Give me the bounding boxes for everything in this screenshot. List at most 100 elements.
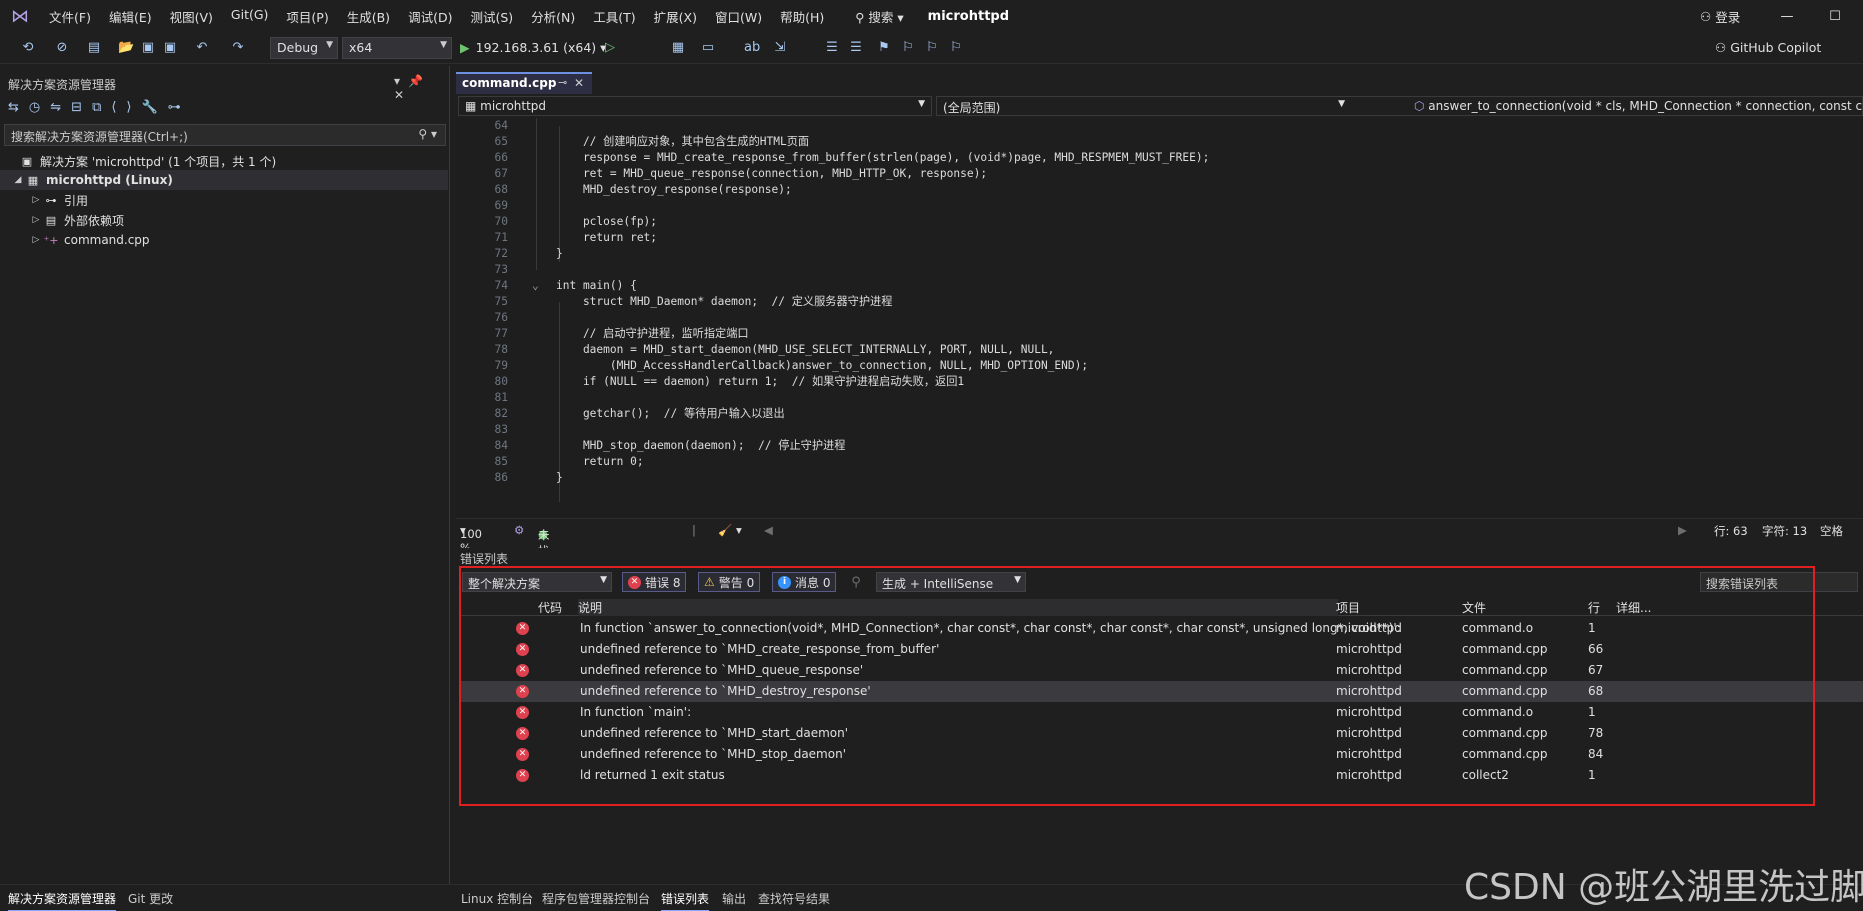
switch-views-icon[interactable]: ⇆ <box>8 100 29 115</box>
messages-filter-button[interactable]: i 消息 0 <box>772 572 837 592</box>
tab-error-list[interactable]: 错误列表 <box>661 890 710 911</box>
expanded-arrow-icon[interactable]: ◢ <box>12 175 24 185</box>
error-row[interactable]: ✕ undefined reference to `MHD_queue_respo… <box>460 660 1863 681</box>
start-without-debugging-icon[interactable]: ▷ <box>602 40 618 56</box>
code-editor[interactable]: 64 65 // 创建响应对象，其中包含生成的HTML页面 66 respons… <box>456 118 1863 518</box>
copilot-status-icon[interactable]: ⚙ <box>514 523 524 537</box>
configuration-select[interactable]: Debug ▼ <box>270 37 338 59</box>
navigate-back-icon[interactable]: ⟲ <box>20 40 36 56</box>
column-line[interactable]: 行 <box>1588 599 1600 616</box>
dropdown-icon[interactable]: ▾ <box>394 74 408 88</box>
sync-icon[interactable]: ⇋ <box>50 100 71 115</box>
menu-edit[interactable]: 编辑(E) <box>100 7 161 26</box>
column-details[interactable]: 详细... <box>1616 599 1651 616</box>
error-row[interactable]: ✕ undefined reference to `MHD_destroy_res… <box>460 681 1863 702</box>
menu-extensions[interactable]: 扩展(X) <box>645 7 706 26</box>
collapsed-arrow-icon[interactable]: ▷ <box>30 195 42 205</box>
github-copilot-button[interactable]: ⚇ GitHub Copilot <box>1715 40 1821 55</box>
platform-select[interactable]: x64 ▼ <box>342 37 452 59</box>
error-scope-select[interactable]: 整个解决方案 ▼ <box>462 572 612 592</box>
menu-debug[interactable]: 调试(D) <box>399 7 461 26</box>
history-icon[interactable]: ◷ <box>29 100 50 115</box>
build-source-select[interactable]: 生成 + IntelliSense ▼ <box>876 572 1026 592</box>
error-row[interactable]: ✕ ld returned 1 exit status microhttpd coll… <box>460 765 1863 786</box>
fold-toggle-icon[interactable]: ⌄ <box>532 278 539 294</box>
error-row[interactable]: ✕ undefined reference to `MHD_start_daemo… <box>460 723 1863 744</box>
navigate-forward-icon[interactable]: ⊘ <box>54 40 70 56</box>
redo-icon[interactable]: ↷ <box>230 40 246 56</box>
column-description[interactable]: 说明 <box>578 599 1338 616</box>
member-select[interactable]: ⬡ answer_to_connection(void * cls, MHD_C… <box>1408 96 1863 116</box>
warnings-filter-button[interactable]: ⚠ 警告 0 <box>698 572 761 592</box>
spell-check-icon[interactable]: ab <box>744 40 760 56</box>
tree-node-command-cpp[interactable]: ▷ ⁺+ command.cpp <box>0 230 448 250</box>
tab-git-changes[interactable]: Git 更改 <box>128 890 173 907</box>
filter-icon[interactable]: ⚲ <box>848 575 864 591</box>
bookmark-next-icon[interactable]: ⚐ <box>924 40 940 56</box>
menu-git[interactable]: Git(G) <box>222 7 278 26</box>
visual-studio-logo-icon[interactable]: ⋈ <box>0 6 40 27</box>
start-debugging-button[interactable]: ▶ 192.168.3.61 (x64) ▾ <box>460 40 606 55</box>
code-view-icon[interactable]: ⟨⟩ <box>111 100 141 115</box>
tab-find-symbol-results[interactable]: 查找符号结果 <box>758 890 830 907</box>
solution-search-input[interactable]: 搜索解决方案资源管理器(Ctrl+;) ⚲ ▾ <box>4 124 446 146</box>
collapse-all-icon[interactable]: ⊟ <box>71 100 92 115</box>
menu-analyze[interactable]: 分析(N) <box>522 7 584 26</box>
signin-button[interactable]: ⚇ 登录 <box>1700 0 1740 32</box>
error-row[interactable]: ✕ In function `main': microhttpd command.o 1 <box>460 702 1863 723</box>
scroll-left-icon[interactable]: ◀ <box>764 523 773 537</box>
maximize-button[interactable]: ☐ <box>1812 0 1858 32</box>
tab-command-cpp[interactable]: command.cpp ⊸ ✕ <box>456 72 592 94</box>
tree-node-solution[interactable]: ▣ 解决方案 'microhttpd' (1 个项目，共 1 个) <box>0 151 448 171</box>
menu-test[interactable]: 测试(S) <box>461 7 522 26</box>
undo-icon[interactable]: ↶ <box>194 40 210 56</box>
error-row[interactable]: ✕ In function `answer_to_connection(void*… <box>460 618 1863 639</box>
menu-tools[interactable]: 工具(T) <box>584 7 644 26</box>
code-cleanup-icon[interactable]: 🧹 ▾ <box>718 523 742 537</box>
tree-node-references[interactable]: ▷ ⊶ 引用 <box>0 190 448 210</box>
properties-icon[interactable]: 🔧 <box>142 100 168 115</box>
scroll-right-icon[interactable]: ▶ <box>1678 523 1687 537</box>
error-row[interactable]: ✕ undefined reference to `MHD_create_resp… <box>460 639 1863 660</box>
tab-package-manager-console[interactable]: 程序包管理器控制台 <box>542 890 650 907</box>
menu-view[interactable]: 视图(V) <box>161 7 222 26</box>
new-project-icon[interactable]: ▤ <box>86 40 102 56</box>
whitespace-indicator[interactable]: 空格 <box>1820 523 1843 539</box>
bookmark-prev-icon[interactable]: ⚐ <box>900 40 916 56</box>
menu-project[interactable]: 项目(P) <box>277 7 337 26</box>
outdent-icon[interactable]: ☰ <box>848 40 864 56</box>
collapsed-arrow-icon[interactable]: ▷ <box>30 235 42 245</box>
zoom-level-select[interactable]: 100 % ▾ <box>460 523 482 555</box>
collapsed-arrow-icon[interactable]: ▷ <box>30 215 42 225</box>
bookmark-icon[interactable]: ⚑ <box>876 40 892 56</box>
open-file-icon[interactable]: 📂 <box>118 40 134 56</box>
menu-window[interactable]: 窗口(W) <box>706 7 771 26</box>
pin-icon[interactable]: 📌 <box>408 74 431 88</box>
column-file[interactable]: 文件 <box>1462 599 1486 616</box>
save-all-icon[interactable]: ▣ <box>162 40 178 56</box>
search-button[interactable]: ⚲ 搜索 ▾ <box>847 7 911 26</box>
error-row[interactable]: ✕ undefined reference to `MHD_stop_daemon… <box>460 744 1863 765</box>
menu-build[interactable]: 生成(B) <box>338 7 399 26</box>
tree-node-external-dependencies[interactable]: ▷ ▤ 外部依赖项 <box>0 210 448 230</box>
error-search-input[interactable]: 搜索错误列表 <box>1700 572 1858 592</box>
errors-filter-button[interactable]: ✕ 错误 8 <box>622 572 687 592</box>
tab-linux-console[interactable]: Linux 控制台 <box>461 890 533 907</box>
close-icon[interactable]: ✕ <box>394 88 412 102</box>
layout-icon[interactable]: ▭ <box>700 40 716 56</box>
tab-output[interactable]: 输出 <box>722 890 746 907</box>
show-all-files-icon[interactable]: ⧉ <box>92 100 111 115</box>
menu-help[interactable]: 帮助(H) <box>771 7 833 26</box>
preview-icon[interactable]: ⊶ <box>168 100 191 115</box>
solution-configurations-icon[interactable]: ▦ <box>670 40 686 56</box>
close-icon[interactable]: ✕ <box>574 76 584 90</box>
column-code[interactable]: 代码 <box>538 599 562 616</box>
menu-file[interactable]: 文件(F) <box>40 7 100 26</box>
project-scope-select[interactable]: ▦ microhttpd ▼ <box>458 96 932 116</box>
tab-solution-explorer[interactable]: 解决方案资源管理器 <box>8 890 117 911</box>
indent-icon[interactable]: ☰ <box>824 40 840 56</box>
line-indicator[interactable]: 行: 63 <box>1714 523 1748 539</box>
bookmark-clear-icon[interactable]: ⚐ <box>948 40 964 56</box>
column-project[interactable]: 项目 <box>1336 599 1360 616</box>
tree-node-project[interactable]: ◢ ▦ microhttpd (Linux) <box>0 170 448 190</box>
